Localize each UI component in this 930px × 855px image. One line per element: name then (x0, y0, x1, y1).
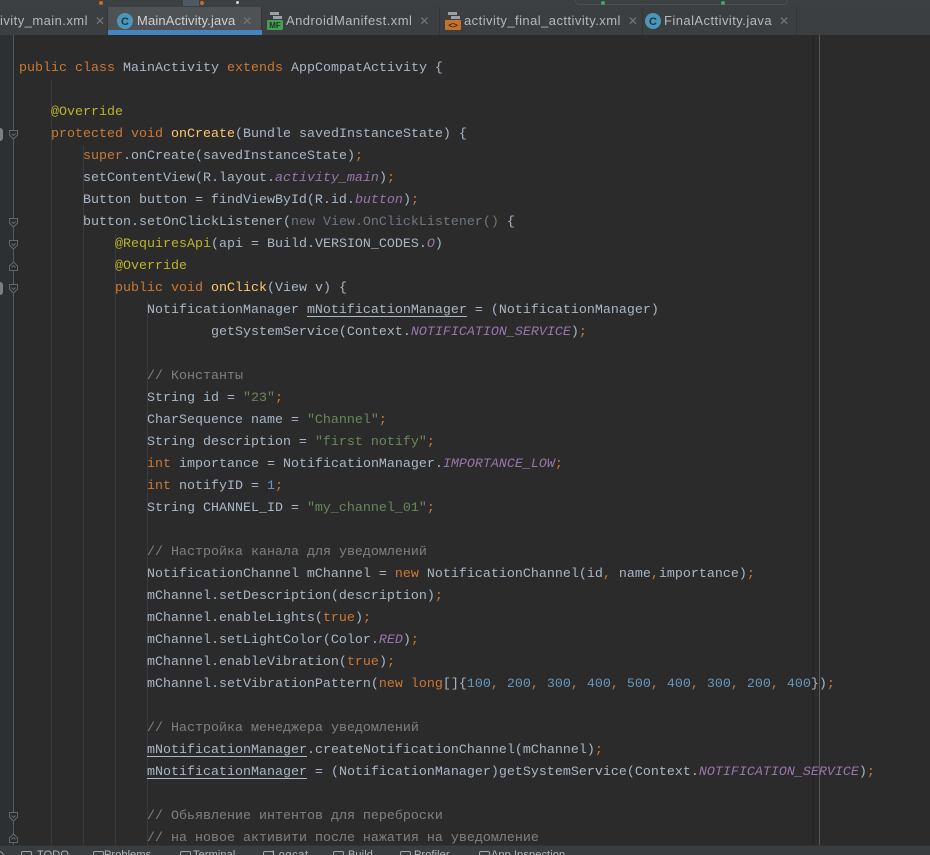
svg-text:C: C (649, 16, 657, 28)
svg-text:MF: MF (269, 21, 281, 30)
svg-text:<>: <> (448, 21, 458, 30)
svg-text:C: C (121, 16, 129, 28)
